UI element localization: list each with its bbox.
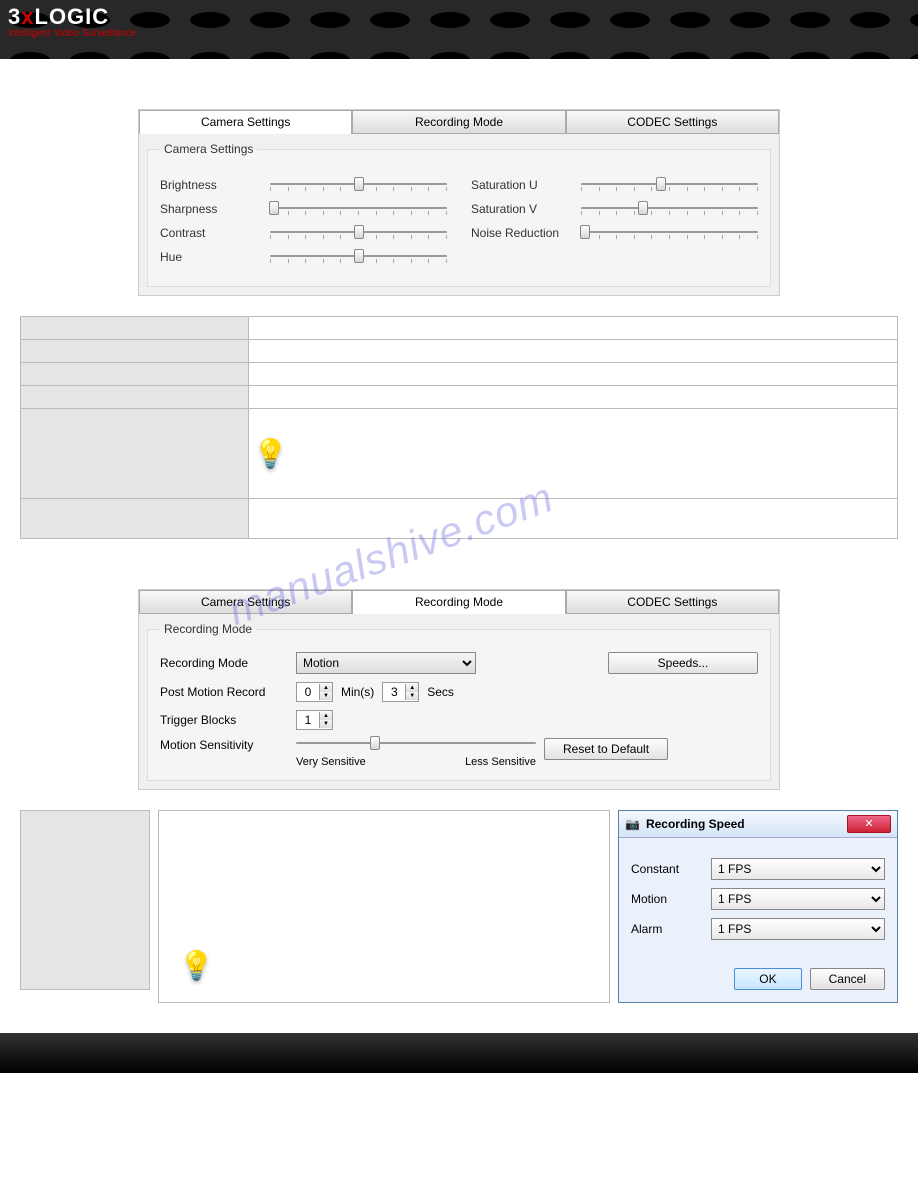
close-button[interactable]: ✕ — [847, 815, 891, 833]
logo-logic: LOGIC — [35, 4, 110, 29]
ms-very-sensitive: Very Sensitive — [296, 756, 366, 768]
brand-logo: 3xLOGIC Intelligent Video Surveillance — [8, 4, 136, 39]
cam-right-2-slider[interactable] — [581, 227, 758, 239]
dlg-row-0-label: Constant — [631, 862, 711, 876]
dlg-row-2-select[interactable]: 1 FPS — [711, 918, 885, 940]
pmr-min-unit: Min(s) — [341, 685, 374, 699]
cam-right-0-slider[interactable] — [581, 179, 758, 191]
bottom-grey-box — [20, 810, 150, 990]
recording-mode-select[interactable]: Motion — [296, 652, 476, 674]
ms-less-sensitive: Less Sensitive — [465, 756, 536, 768]
speeds-button[interactable]: Speeds... — [608, 652, 758, 674]
recording-mode-panel: Camera Settings Recording Mode CODEC Set… — [138, 589, 780, 790]
recording-mode-label: Recording Mode — [160, 656, 288, 670]
camera-settings-panel: Camera Settings Recording Mode CODEC Set… — [138, 109, 780, 296]
brand-tagline: Intelligent Video Surveillance — [8, 28, 136, 39]
ok-button[interactable]: OK — [734, 968, 801, 990]
logo-3: 3 — [8, 4, 21, 29]
lightbulb-icon-2: 💡 — [179, 949, 214, 982]
cam-left-3-slider[interactable] — [270, 251, 447, 263]
dlg-row-0-select[interactable]: 1 FPS — [711, 858, 885, 880]
tab-codec-settings-2[interactable]: CODEC Settings — [566, 590, 779, 614]
dlg-row-1-select[interactable]: 1 FPS — [711, 888, 885, 910]
tab-camera-settings[interactable]: Camera Settings — [139, 110, 352, 134]
trigger-blocks-spinner[interactable]: ▲▼ — [296, 710, 333, 730]
camera-icon: 📷 — [625, 817, 640, 831]
cam-left-0-slider[interactable] — [270, 179, 447, 191]
cam-left-1-slider[interactable] — [270, 203, 447, 215]
logo-x: x — [21, 4, 34, 29]
dlg-row-2-label: Alarm — [631, 922, 711, 936]
motion-sensitivity-slider[interactable] — [296, 738, 536, 750]
pmr-sec-unit: Secs — [427, 685, 454, 699]
pmr-min-spinner[interactable]: ▲▼ — [296, 682, 333, 702]
trigger-blocks-label: Trigger Blocks — [160, 713, 288, 727]
motion-sensitivity-label: Motion Sensitivity — [160, 738, 288, 752]
cam-left-0-label: Brightness — [160, 178, 270, 192]
tab-recording-mode[interactable]: Recording Mode — [352, 110, 565, 134]
cam-right-2-label: Noise Reduction — [471, 226, 581, 240]
cam-right-1-label: Saturation V — [471, 202, 581, 216]
settings-table: 💡 — [20, 316, 898, 539]
cam-right-0-label: Saturation U — [471, 178, 581, 192]
cam-left-2-label: Contrast — [160, 226, 270, 240]
dialog-title: Recording Speed — [646, 817, 745, 831]
cam-left-2-slider[interactable] — [270, 227, 447, 239]
cam-left-3-label: Hue — [160, 250, 270, 264]
bottom-mid-box: 💡 — [158, 810, 610, 1003]
dlg-row-1-label: Motion — [631, 892, 711, 906]
pmr-sec-spinner[interactable]: ▲▼ — [382, 682, 419, 702]
tab-codec-settings[interactable]: CODEC Settings — [566, 110, 779, 134]
page-footer — [0, 1033, 918, 1073]
camera-settings-legend: Camera Settings — [160, 142, 257, 156]
cancel-button[interactable]: Cancel — [810, 968, 885, 990]
recording-mode-legend: Recording Mode — [160, 622, 256, 636]
reset-to-default-button[interactable]: Reset to Default — [544, 738, 668, 760]
recording-speed-dialog: 📷Recording Speed ✕ Constant 1 FPSMotion … — [618, 810, 898, 1003]
cam-right-1-slider[interactable] — [581, 203, 758, 215]
page-header: 3xLOGIC Intelligent Video Surveillance — [0, 0, 918, 59]
tab-recording-mode-2[interactable]: Recording Mode — [352, 590, 565, 614]
tab-camera-settings-2[interactable]: Camera Settings — [139, 590, 352, 614]
cam-left-1-label: Sharpness — [160, 202, 270, 216]
lightbulb-icon: 💡 — [253, 438, 288, 469]
post-motion-record-label: Post Motion Record — [160, 685, 288, 699]
